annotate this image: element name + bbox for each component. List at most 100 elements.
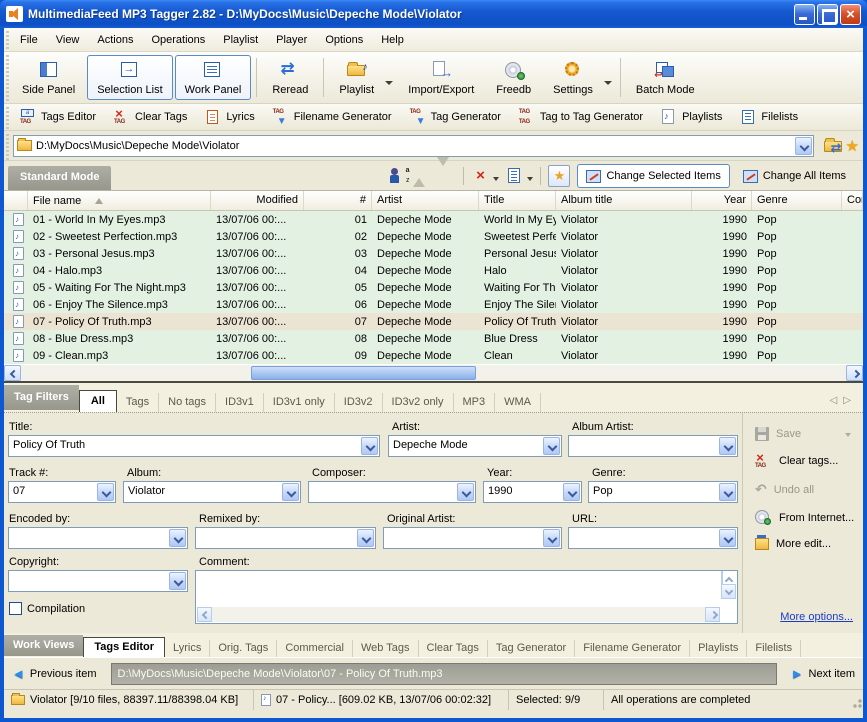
more-options-link[interactable]: More options...: [780, 611, 853, 623]
tab-scroll-arrows[interactable]: ◁▷: [830, 395, 857, 406]
sort-az-icon[interactable]: az: [389, 166, 409, 186]
side-panel-button[interactable]: Side Panel: [12, 55, 85, 100]
selection-list-button[interactable]: → Selection List: [87, 55, 172, 100]
work-view-tab-tag-generator[interactable]: Tag Generator: [488, 640, 575, 657]
undo-all-button[interactable]: ↶ Undo all: [743, 475, 863, 504]
work-view-tab-filelists[interactable]: Filelists: [747, 640, 801, 657]
column-title[interactable]: Title: [479, 191, 556, 210]
table-row-selected[interactable]: 07 - Policy Of Truth.mp3 13/07/06 00:...…: [4, 313, 863, 330]
scrollbar-track[interactable]: [21, 365, 846, 381]
compilation-checkbox[interactable]: [9, 602, 22, 615]
dropdown-button[interactable]: [361, 437, 378, 455]
change-all-items-button[interactable]: Change All Items: [734, 164, 855, 188]
work-view-tab-playlists[interactable]: Playlists: [690, 640, 747, 657]
tag-filter-tab-id3v2[interactable]: ID3v2: [335, 393, 383, 412]
table-row[interactable]: 06 - Enjoy The Silence.mp3 13/07/06 00:.…: [4, 296, 863, 313]
favorites-star-icon[interactable]: ★: [846, 137, 859, 155]
tag-generator-button[interactable]: TAG▼ Tag Generator: [404, 106, 507, 128]
table-row[interactable]: 02 - Sweetest Perfection.mp3 13/07/06 00…: [4, 228, 863, 245]
encoded-by-combo[interactable]: [8, 527, 188, 549]
tag-filter-tab-all[interactable]: All: [79, 390, 117, 412]
delete-icon[interactable]: ×: [470, 166, 490, 186]
column-comment[interactable]: Comment: [842, 191, 863, 210]
comment-horizontal-scrollbar[interactable]: [197, 607, 720, 622]
album-artist-combo[interactable]: [568, 435, 738, 457]
column-year[interactable]: Year: [692, 191, 752, 210]
column-artist[interactable]: Artist: [372, 191, 479, 210]
track-combo[interactable]: 07: [8, 481, 116, 503]
toolbar-grip[interactable]: [4, 52, 11, 103]
save-button[interactable]: Save: [743, 421, 863, 447]
genre-combo[interactable]: Pop: [588, 481, 738, 503]
dropdown-button[interactable]: [719, 483, 736, 501]
menu-operations[interactable]: Operations: [142, 31, 214, 49]
settings-button[interactable]: Settings: [543, 55, 603, 100]
work-view-tab-lyrics[interactable]: Lyrics: [165, 640, 210, 657]
maximize-button[interactable]: [817, 4, 838, 25]
work-view-tab-clear-tags[interactable]: Clear Tags: [419, 640, 488, 657]
filename-generator-button[interactable]: TAG▼ Filename Generator: [267, 106, 398, 128]
batch-mode-button[interactable]: ↩ Batch Mode: [626, 55, 705, 100]
work-view-tab-orig-tags[interactable]: Orig. Tags: [210, 640, 277, 657]
move-down-icon[interactable]: [437, 166, 457, 186]
address-dropdown-button[interactable]: [795, 137, 812, 155]
list-view-icon[interactable]: [504, 166, 524, 186]
import-export-button[interactable]: → Import/Export: [398, 55, 484, 100]
column-genre[interactable]: Genre: [752, 191, 842, 210]
comment-scroll-up-button[interactable]: [721, 571, 723, 585]
scroll-right-button[interactable]: [846, 365, 863, 381]
work-view-tab-tags-editor[interactable]: Tags Editor: [83, 637, 165, 657]
tag-filter-tab-id3v2-only[interactable]: ID3v2 only: [383, 393, 454, 412]
filelists-button[interactable]: Filelists: [734, 106, 804, 128]
table-row[interactable]: 08 - Blue Dress.mp3 13/07/06 00:... 08 D…: [4, 330, 863, 347]
menu-help[interactable]: Help: [372, 31, 413, 49]
column-file-name[interactable]: File name: [28, 191, 211, 210]
menu-file[interactable]: File: [11, 31, 47, 49]
tag-filter-tab-id3v1[interactable]: ID3v1: [216, 393, 264, 412]
delete-dropdown-arrow[interactable]: [493, 177, 499, 184]
menu-view[interactable]: View: [47, 31, 89, 49]
dropdown-button[interactable]: [357, 529, 374, 547]
artist-combo[interactable]: Depeche Mode: [388, 435, 562, 457]
close-button[interactable]: [840, 4, 861, 25]
move-up-icon[interactable]: [413, 166, 433, 186]
tag-filter-tab-no-tags[interactable]: No tags: [159, 393, 216, 412]
title-combo[interactable]: Policy Of Truth: [8, 435, 380, 457]
tags-editor-button[interactable]: aTAG Tags Editor: [14, 106, 102, 128]
menu-options[interactable]: Options: [316, 31, 372, 49]
original-artist-combo[interactable]: [383, 527, 562, 549]
clear-tags-action[interactable]: ×TAG Clear tags...: [743, 447, 863, 475]
album-combo[interactable]: Violator: [123, 481, 301, 503]
column-icon[interactable]: [4, 191, 28, 210]
title-bar[interactable]: MultimediaFeed MP3 Tagger 2.82 - D:\MyDo…: [0, 0, 867, 28]
table-row[interactable]: 01 - World In My Eyes.mp3 13/07/06 00:..…: [4, 211, 863, 228]
playlist-button[interactable]: ♪ Playlist: [329, 55, 384, 100]
work-view-tab-commercial[interactable]: Commercial: [277, 640, 353, 657]
dropdown-button[interactable]: [282, 483, 299, 501]
menu-playlist[interactable]: Playlist: [214, 31, 267, 49]
minimize-button[interactable]: [794, 4, 815, 25]
work-panel-button[interactable]: Work Panel: [175, 55, 252, 100]
column-modified[interactable]: Modified: [211, 191, 304, 210]
url-combo[interactable]: [568, 527, 738, 549]
scrollbar-thumb[interactable]: [251, 366, 476, 380]
tag-filter-tab-mp3[interactable]: MP3: [454, 393, 496, 412]
copyright-combo[interactable]: [8, 570, 188, 592]
dropdown-button[interactable]: [169, 572, 186, 590]
tag-filter-tab-id3v1-only[interactable]: ID3v1 only: [264, 393, 335, 412]
comment-textarea[interactable]: [195, 570, 738, 624]
dropdown-button[interactable]: [169, 529, 186, 547]
comment-scroll-down-button[interactable]: [721, 584, 736, 599]
column-track-number[interactable]: #: [304, 191, 372, 210]
resize-grip[interactable]: [849, 690, 863, 710]
table-row[interactable]: 04 - Halo.mp3 13/07/06 00:... 04 Depeche…: [4, 262, 863, 279]
dropdown-button[interactable]: [563, 483, 580, 501]
standard-mode-tab[interactable]: Standard Mode: [8, 166, 111, 190]
dropdown-button[interactable]: [543, 529, 560, 547]
comment-scroll-right-button[interactable]: [705, 607, 720, 622]
tag-filter-tab-wma[interactable]: WMA: [495, 393, 541, 412]
freedb-button[interactable]: Freedb: [486, 55, 541, 100]
menu-actions[interactable]: Actions: [88, 31, 142, 49]
year-combo[interactable]: 1990: [483, 481, 582, 503]
table-row[interactable]: 09 - Clean.mp3 13/07/06 00:... 09 Depech…: [4, 347, 863, 364]
